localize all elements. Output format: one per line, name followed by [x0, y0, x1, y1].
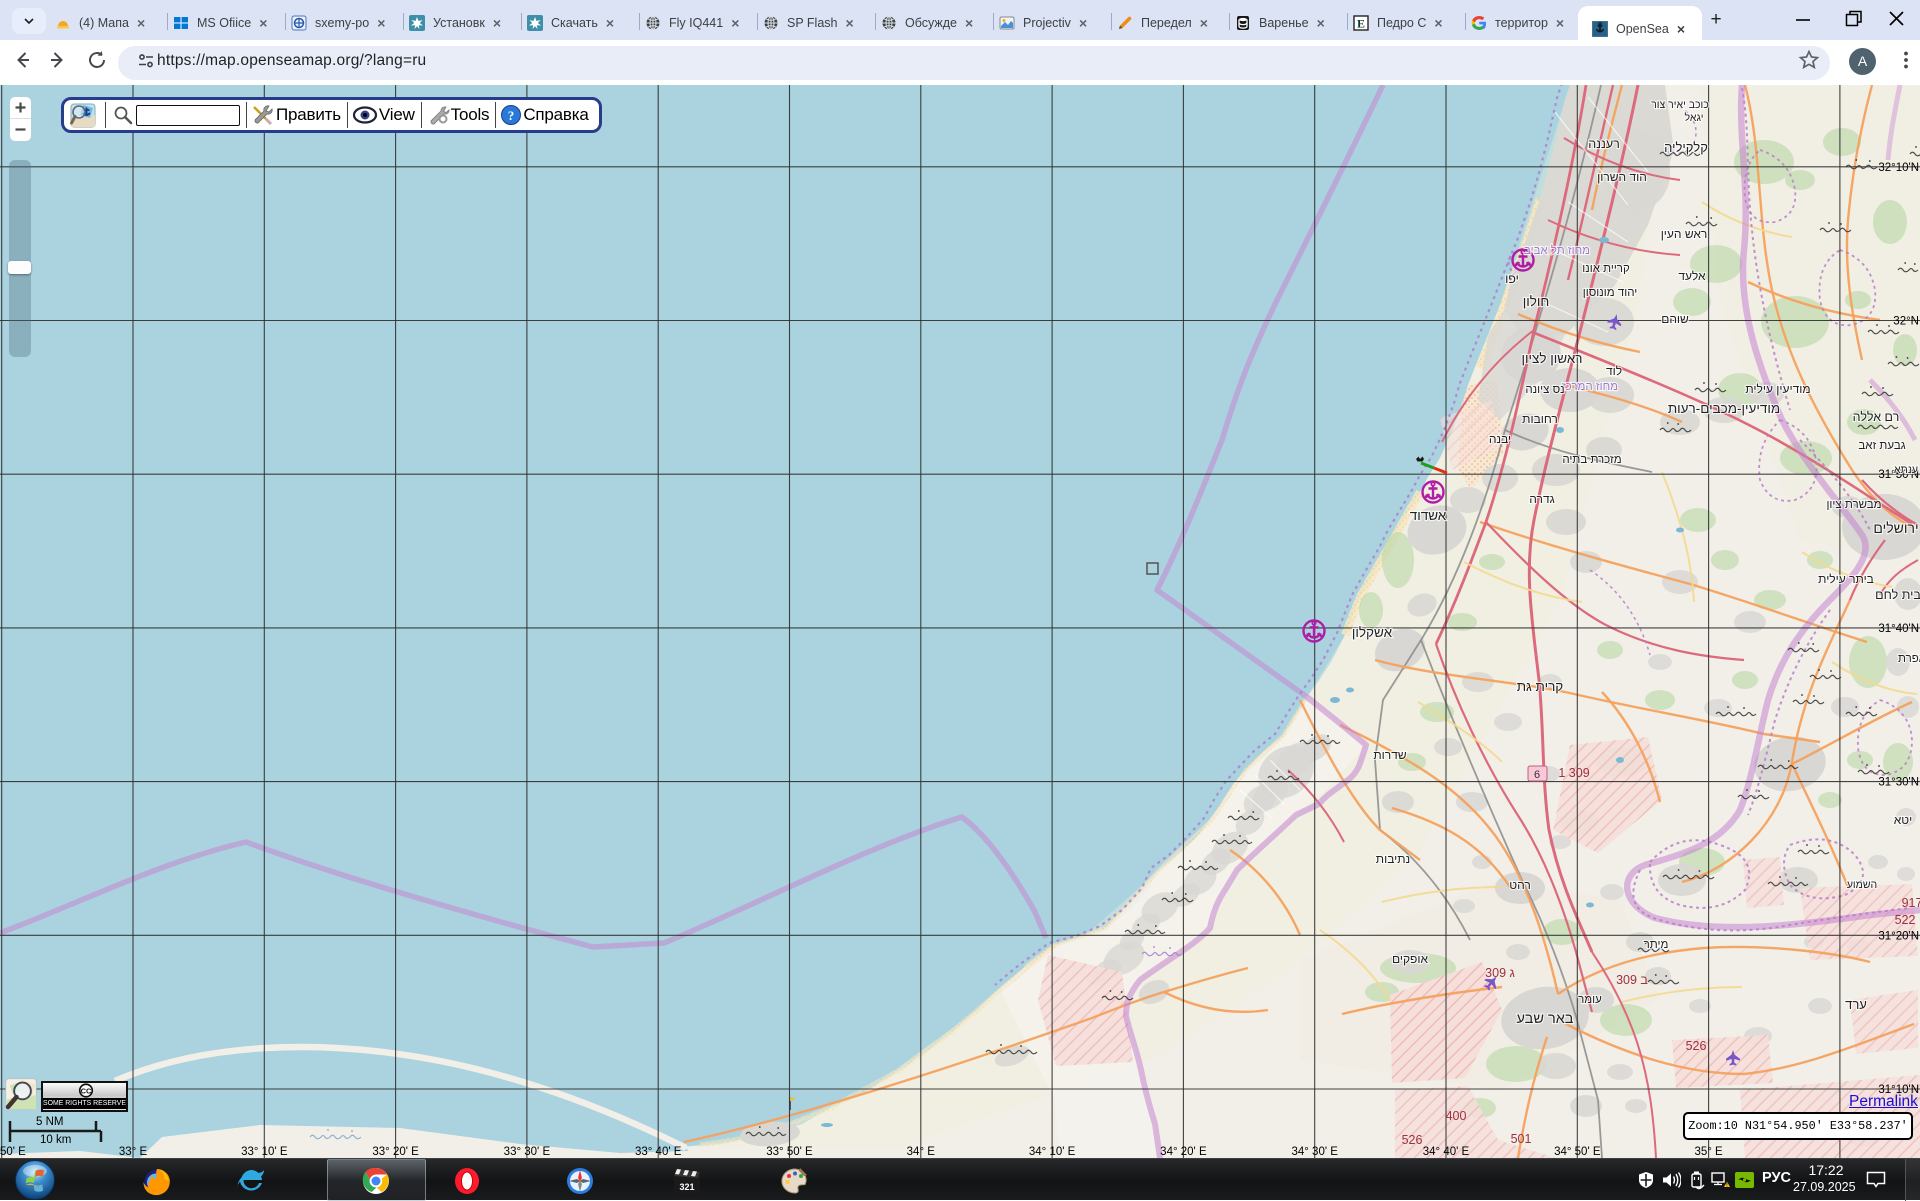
svg-text:31°20'N: 31°20'N	[1878, 930, 1919, 942]
svg-text:321: 321	[679, 1182, 694, 1192]
svg-text:E: E	[1357, 17, 1365, 31]
svg-text:נתיבות: נתיבות	[1376, 852, 1410, 866]
svg-text:יטא: יטא	[1894, 813, 1913, 827]
svg-text:6: 6	[1534, 769, 1540, 781]
svg-text:מבשרת ציון: מבשרת ציון	[1826, 499, 1881, 511]
svg-text:שוהם: שוהם	[1661, 312, 1689, 326]
svg-text:917: 917	[1902, 896, 1920, 910]
svg-text:309 ג: 309 ג	[1485, 966, 1515, 980]
svg-text:רהט: רהט	[1509, 878, 1531, 892]
svg-text:לוד: לוד	[1606, 364, 1622, 378]
svg-text:מחוז המרכז: מחוז המרכז	[1562, 381, 1618, 393]
svg-text:ראש העין: ראש העין	[1661, 227, 1708, 241]
svg-text:עומר: עומר	[1578, 994, 1602, 1006]
svg-text:שדרות: שדרות	[1373, 748, 1406, 762]
svg-text:33° E: 33° E	[119, 1146, 148, 1158]
svg-text:32°10'N: 32°10'N	[1878, 162, 1919, 174]
svg-text:33° 20' E: 33° 20' E	[372, 1146, 419, 1158]
svg-text:בית לחם: בית לחם	[1875, 588, 1920, 602]
svg-text:34° 40' E: 34° 40' E	[1423, 1146, 1470, 1158]
svg-text:מזכרת בתיה: מזכרת בתיה	[1562, 454, 1621, 466]
svg-text:526: 526	[1686, 1039, 1707, 1053]
svg-text:יבנה: יבנה	[1489, 432, 1511, 446]
svg-text:50' E: 50' E	[0, 1146, 26, 1158]
svg-text:34° 20' E: 34° 20' E	[1160, 1146, 1207, 1158]
svg-text:31°30'N: 31°30'N	[1878, 777, 1919, 789]
svg-text:מחוז תל אביב: מחוז תל אביב	[1524, 244, 1590, 257]
svg-text:33° 10' E: 33° 10' E	[241, 1146, 288, 1158]
svg-text:ביתר עילית: ביתר עילית	[1818, 572, 1874, 586]
svg-text:גדרה: גדרה	[1529, 492, 1554, 506]
svg-text:33° 30' E: 33° 30' E	[504, 1146, 551, 1158]
svg-text:חולון: חולון	[1523, 294, 1550, 309]
svg-text:309 ב: 309 ב	[1616, 973, 1648, 987]
svg-text:קלקיליה: קלקיליה	[1664, 140, 1708, 155]
svg-text:34° 50' E: 34° 50' E	[1554, 1146, 1601, 1158]
svg-text:רחובות: רחובות	[1522, 412, 1558, 426]
svg-text:32°N: 32°N	[1893, 316, 1919, 328]
svg-text:ענתא: ענתא	[1894, 464, 1918, 476]
svg-text:קרית גת: קרית גת	[1517, 679, 1564, 694]
svg-text:רעננה: רעננה	[1588, 137, 1620, 151]
svg-text:34° E: 34° E	[907, 1146, 936, 1158]
svg-text:ראשון לציון: ראשון לציון	[1521, 351, 1582, 366]
svg-text:גבעת זאב: גבעת זאב	[1858, 440, 1905, 452]
svg-text:ירושלים: ירושלים	[1873, 520, 1918, 536]
svg-text:אופקים: אופקים	[1392, 952, 1429, 966]
svg-text:CC: CC	[81, 1086, 92, 1095]
svg-text:400: 400	[1446, 1109, 1467, 1123]
svg-text:501: 501	[1511, 1132, 1532, 1146]
svg-text:מיתר: מיתר	[1644, 939, 1669, 951]
svg-text:יהוד מונוסון: יהוד מונוסון	[1583, 287, 1637, 299]
svg-text:אשקלון: אשקלון	[1352, 625, 1393, 640]
svg-text:522: 522	[1895, 913, 1916, 927]
svg-text:33° 50' E: 33° 50' E	[766, 1146, 813, 1158]
svg-text:33° 40' E: 33° 40' E	[635, 1146, 682, 1158]
svg-text:34° 30' E: 34° 30' E	[1291, 1146, 1338, 1158]
svg-text:קריית אונו: קריית אונו	[1582, 263, 1630, 275]
svg-text:מודיעין-מכבים-רעות: מודיעין-מכבים-רעות	[1668, 401, 1780, 416]
svg-text:?: ?	[508, 108, 515, 123]
svg-text:באר שבע: באר שבע	[1517, 1011, 1574, 1027]
svg-text:35° E: 35° E	[1694, 1146, 1723, 1158]
svg-text:יגאל: יגאל	[1685, 112, 1704, 124]
svg-text:אפרת: אפרת	[1898, 653, 1920, 665]
svg-text:אשדוד: אשדוד	[1410, 508, 1447, 523]
svg-text:כוכב יאיר צור: כוכב יאיר צור	[1651, 99, 1709, 111]
svg-text:יפו: יפו	[1505, 272, 1519, 286]
svg-text:31°40'N: 31°40'N	[1878, 623, 1919, 635]
svg-text:רם אללה: רם אללה	[1853, 410, 1900, 424]
svg-text:ערד: ערד	[1845, 997, 1867, 1012]
svg-text:34° 10' E: 34° 10' E	[1029, 1146, 1076, 1158]
svg-text:מודיעין עילית: מודיעין עילית	[1745, 382, 1810, 396]
svg-text:1 309: 1 309	[1558, 766, 1589, 780]
svg-text:השמוע: השמוע	[1847, 879, 1877, 891]
svg-text:הוד השרון: הוד השרון	[1597, 170, 1647, 184]
svg-text:526: 526	[1402, 1133, 1423, 1147]
svg-text:נס ציונה: נס ציונה	[1525, 384, 1564, 396]
svg-text:אלעד: אלעד	[1678, 269, 1706, 283]
